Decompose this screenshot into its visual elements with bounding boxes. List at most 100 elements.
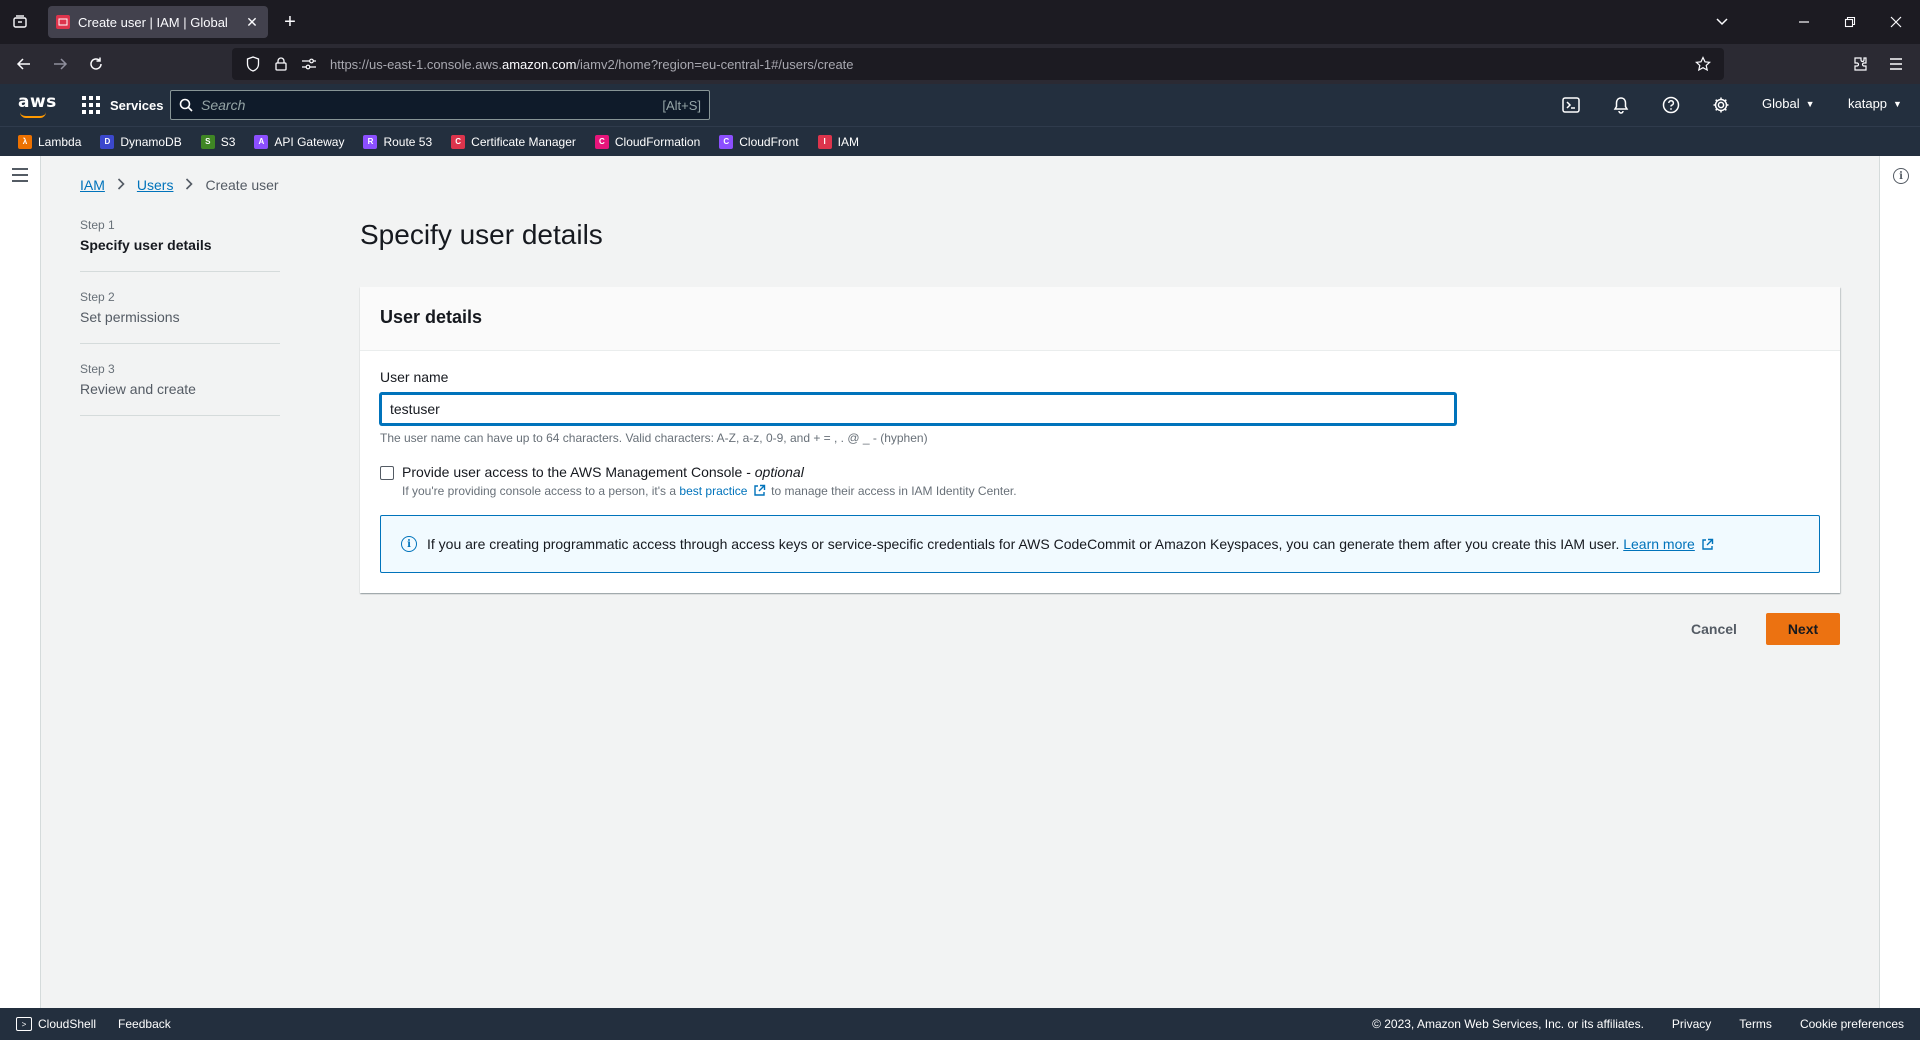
hamburger-menu-icon[interactable]	[12, 168, 28, 182]
reload-icon[interactable]	[84, 52, 108, 76]
s3-icon: S	[200, 134, 215, 149]
services-menu-button[interactable]: Services	[82, 92, 164, 118]
bookmark-star-icon[interactable]	[1692, 53, 1714, 75]
services-label: Services	[110, 97, 164, 113]
favorites-bar: λ Lambda D DynamoDB S S3 A API Gateway R Rout…	[0, 126, 1920, 156]
step-label: Review and create	[80, 381, 196, 397]
settings-gear-icon[interactable]	[1710, 94, 1732, 116]
info-alert: i If you are creating programmatic acces…	[380, 515, 1820, 573]
forward-arrow-icon[interactable]	[48, 52, 72, 76]
new-tab-icon[interactable]: +	[278, 10, 302, 34]
fav-s3[interactable]: S S3	[200, 134, 235, 149]
browser-nav-bar: https://us-east-1.console.aws.amazon.com…	[0, 44, 1920, 84]
breadcrumb: IAM Users Create user	[80, 177, 279, 193]
privacy-link[interactable]: Privacy	[1672, 1017, 1711, 1031]
account-menu[interactable]: katapp ▼	[1848, 96, 1902, 111]
tab-overflow-chevron-icon[interactable]	[1710, 10, 1734, 34]
notifications-bell-icon[interactable]	[1610, 94, 1632, 116]
cancel-button[interactable]: Cancel	[1678, 613, 1750, 645]
api-gateway-icon: A	[254, 134, 269, 149]
step-number: Step 1	[80, 218, 115, 232]
route53-icon: R	[363, 134, 378, 149]
cloudformation-icon: C	[594, 134, 609, 149]
best-practice-link[interactable]: best practice	[679, 484, 747, 498]
caret-down-icon: ▼	[1805, 98, 1815, 109]
iam-favicon-icon	[56, 15, 70, 29]
account-label: katapp	[1848, 96, 1888, 111]
console-access-label: Provide user access to the AWS Managemen…	[402, 464, 804, 480]
step-3: Step 3 Review and create	[80, 362, 280, 416]
lambda-icon: λ	[18, 134, 32, 149]
minimize-icon[interactable]	[1792, 10, 1816, 34]
breadcrumb-iam[interactable]: IAM	[80, 177, 105, 193]
iam-icon: I	[817, 134, 832, 149]
back-arrow-icon[interactable]	[12, 52, 36, 76]
tab-list-icon[interactable]	[8, 10, 32, 34]
lock-icon[interactable]	[270, 53, 292, 75]
extensions-icon[interactable]	[1848, 52, 1872, 76]
next-button[interactable]: Next	[1766, 613, 1840, 645]
username-input[interactable]	[380, 393, 1456, 425]
alert-text: If you are creating programmatic access …	[427, 536, 1716, 552]
terms-link[interactable]: Terms	[1739, 1017, 1772, 1031]
cloudshell-button[interactable]: > CloudShell	[16, 1017, 96, 1031]
close-window-icon[interactable]	[1884, 10, 1908, 34]
tab-close-icon[interactable]: ✕	[244, 14, 260, 30]
fav-lambda[interactable]: λ Lambda	[18, 134, 81, 149]
breadcrumb-current: Create user	[205, 177, 279, 193]
fav-api-gateway[interactable]: A API Gateway	[254, 134, 344, 149]
panel-title: User details	[360, 287, 1840, 351]
permissions-icon[interactable]	[298, 53, 320, 75]
tab-title: Create user | IAM | Global	[78, 14, 228, 30]
aws-console-header: aws Services [Alt+S] Global ▼ katapp ▼	[0, 84, 1920, 126]
address-bar[interactable]: https://us-east-1.console.aws.amazon.com…	[232, 48, 1724, 80]
fav-cloudfront[interactable]: C CloudFront	[719, 134, 799, 149]
fav-certificate-manager[interactable]: C Certificate Manager	[451, 134, 576, 149]
feedback-button[interactable]: Feedback	[118, 1017, 171, 1031]
info-icon: i	[401, 536, 417, 552]
fav-cloudformation[interactable]: C CloudFormation	[594, 134, 700, 149]
search-shortcut-hint: [Alt+S]	[662, 97, 701, 113]
copyright-text: © 2023, Amazon Web Services, Inc. or its…	[1372, 1017, 1644, 1031]
user-details-panel: User details User name The user name can…	[360, 287, 1840, 593]
step-number: Step 2	[80, 290, 115, 304]
dynamodb-icon: D	[100, 134, 115, 149]
console-access-checkbox[interactable]	[380, 466, 394, 480]
wizard-steps: Step 1 Specify user details Step 2 Set p…	[80, 218, 280, 434]
aws-smile-mark	[20, 112, 46, 118]
console-footer: > CloudShell Feedback © 2023, Amazon Web…	[0, 1008, 1920, 1040]
region-selector[interactable]: Global ▼	[1762, 96, 1815, 111]
console-access-option[interactable]: Provide user access to the AWS Managemen…	[380, 464, 804, 480]
certificate-manager-icon: C	[451, 134, 466, 149]
username-label: User name	[380, 369, 449, 385]
step-2: Step 2 Set permissions	[80, 290, 280, 344]
external-link-icon	[754, 484, 765, 496]
aws-logo[interactable]: aws	[18, 92, 57, 118]
fav-dynamodb[interactable]: D DynamoDB	[100, 134, 182, 149]
step-1: Step 1 Specify user details	[80, 218, 280, 272]
browser-tab-bar: Create user | IAM | Global ✕ +	[0, 0, 1920, 44]
help-icon[interactable]	[1660, 94, 1682, 116]
cloudshell-icon[interactable]	[1560, 94, 1582, 116]
external-link-icon	[1702, 538, 1713, 550]
info-icon[interactable]: i	[1893, 168, 1909, 184]
fav-iam[interactable]: I IAM	[817, 134, 859, 149]
learn-more-link[interactable]: Learn more	[1623, 536, 1695, 552]
menu-icon[interactable]	[1884, 52, 1908, 76]
breadcrumb-users[interactable]: Users	[137, 177, 174, 193]
region-label: Global	[1762, 96, 1800, 111]
restore-icon[interactable]	[1838, 10, 1862, 34]
username-hint: The user name can have up to 64 characte…	[380, 431, 928, 445]
shield-icon[interactable]	[242, 53, 264, 75]
aws-search-box[interactable]: [Alt+S]	[170, 90, 710, 120]
step-number: Step 3	[80, 362, 115, 376]
fav-route-53[interactable]: R Route 53	[363, 134, 432, 149]
footer-links: © 2023, Amazon Web Services, Inc. or its…	[1344, 1017, 1904, 1031]
cookie-preferences-link[interactable]: Cookie preferences	[1800, 1017, 1904, 1031]
browser-tab-active[interactable]: Create user | IAM | Global ✕	[48, 6, 268, 38]
cloudfront-icon: C	[719, 134, 734, 149]
right-tools-rail: i	[1879, 156, 1920, 1008]
step-label: Specify user details	[80, 237, 212, 253]
page-title: Specify user details	[360, 219, 603, 250]
search-input[interactable]	[201, 97, 663, 113]
